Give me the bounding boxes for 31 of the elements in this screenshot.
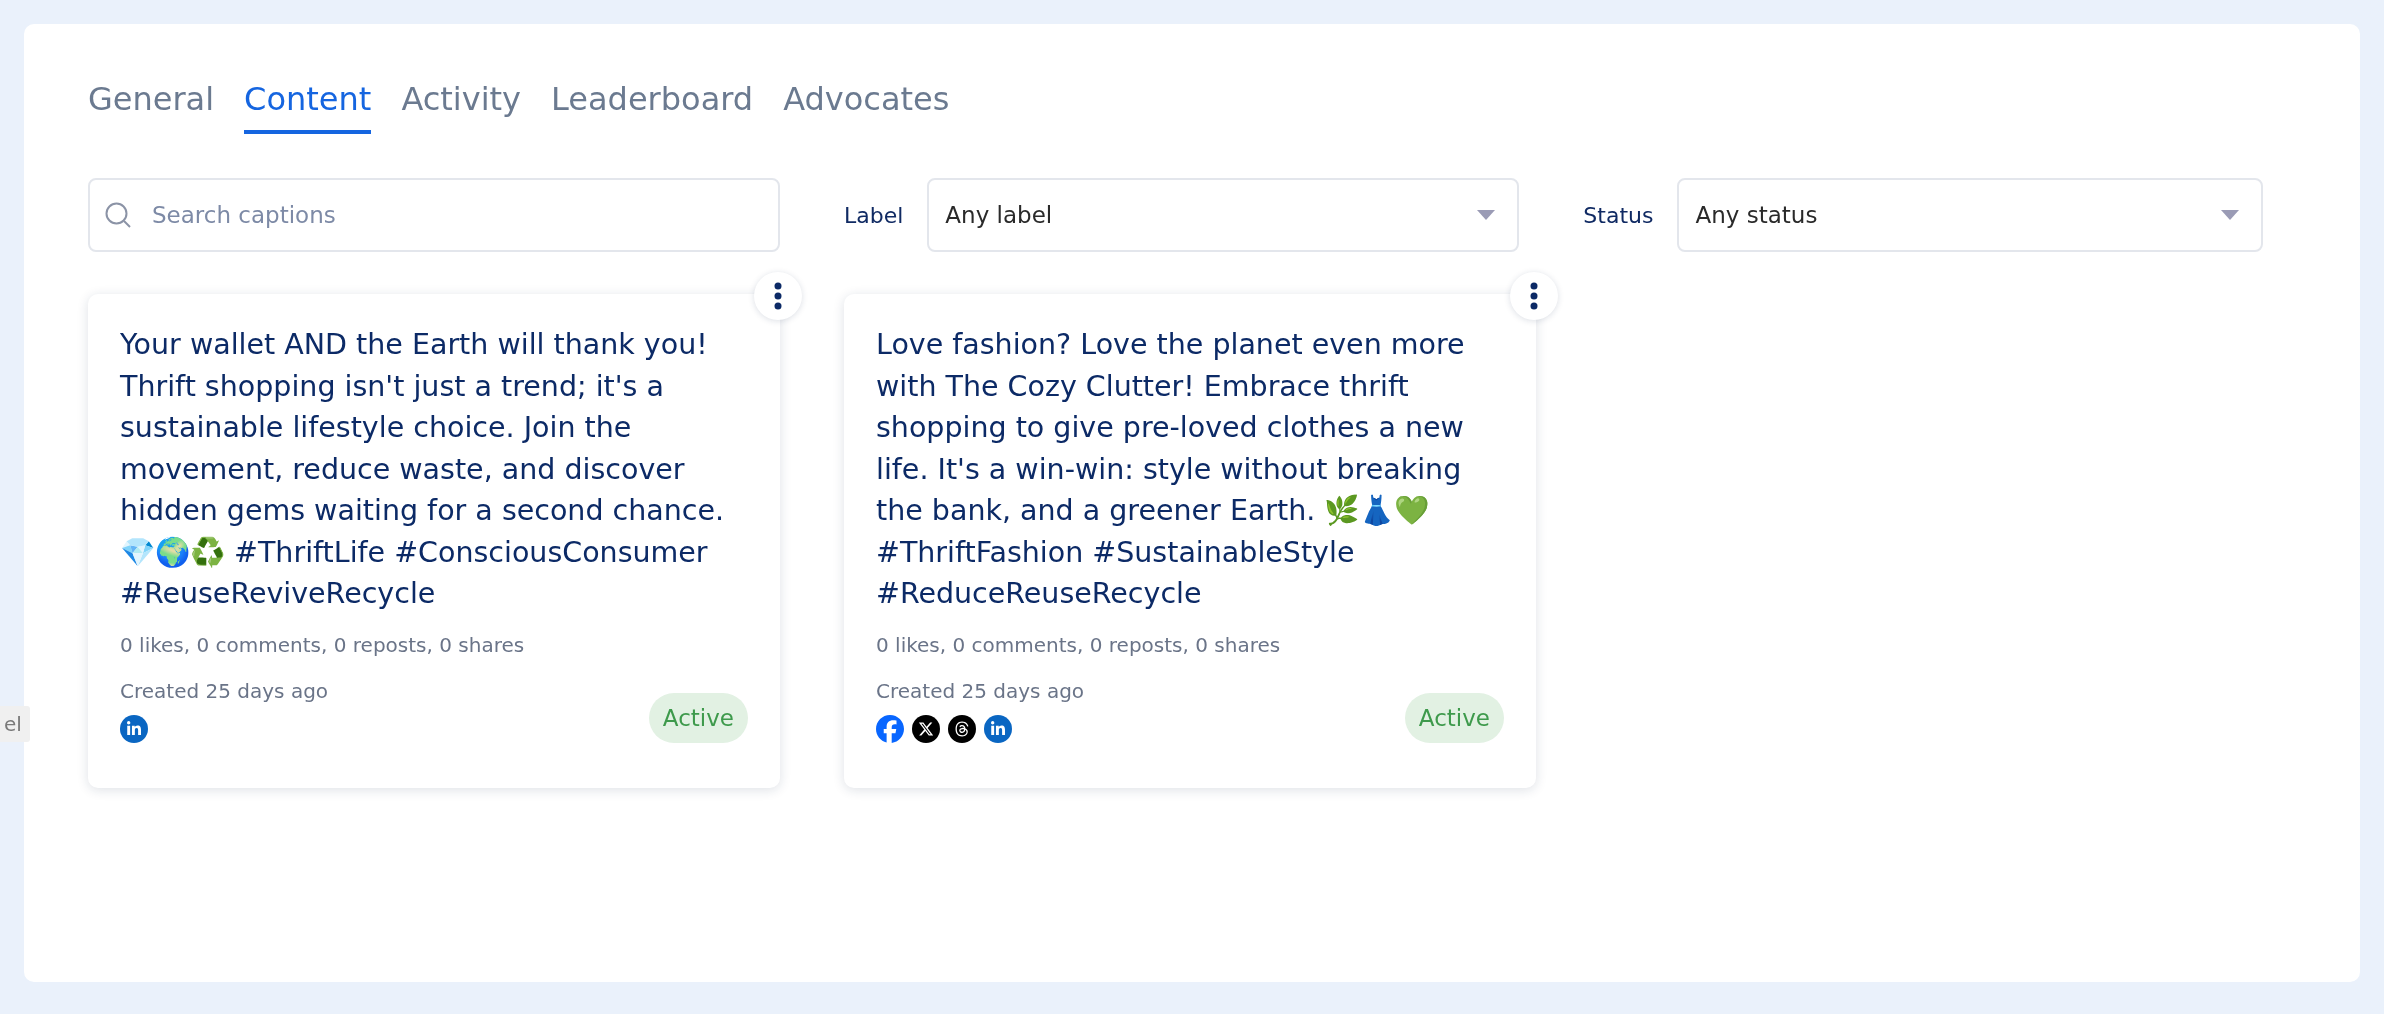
created-date: Created 25 days ago (120, 678, 329, 703)
kebab-icon (774, 282, 782, 310)
tab[interactable]: General (88, 60, 215, 134)
filter-label: Status (1583, 202, 1654, 228)
caret-icon (2221, 210, 2240, 220)
kebab-icon (1530, 282, 1538, 310)
tab[interactable]: Activity (401, 60, 522, 134)
status-badge: Active (648, 692, 748, 743)
more-options-button[interactable] (754, 272, 802, 320)
engagement-stats: 0 likes, 0 comments, 0 reposts, 0 shares (120, 632, 526, 657)
side-label: el (0, 706, 30, 742)
tab[interactable]: Content (244, 60, 372, 134)
linkedin-icon (120, 714, 148, 743)
threads-icon (948, 714, 976, 743)
created-date: Created 25 days ago (876, 678, 1085, 703)
filter-dropdown[interactable]: Any status (1677, 178, 2264, 252)
post-caption: Love fashion? Love the planet even more with The Cozy Clutter! Embrace thrift shopping to give pre-loved clothes a new life. It's a win-win: style without breaking the bank, and a greener Earth. 🌿👗💚 #ThriftFashion #SustainableStyle #ReduceReuseRecycle (876, 327, 1466, 612)
tab[interactable]: Advocates (783, 60, 950, 134)
post-caption: Your wallet AND the Earth will thank you! Thrift shopping isn't just a trend; it's a sustainable lifestyle choice. Join the movement, reduce waste, and discover hidden gems waiting for a second chance. 💎🌍♻ #ThriftLife #ConsciousConsumer #ReuseReviveRecycle (120, 327, 726, 612)
more-options-button[interactable] (1510, 272, 1558, 320)
filter-label: Label (844, 202, 904, 228)
linkedin-icon (984, 714, 1012, 743)
search-field[interactable]: Search captions (88, 178, 780, 252)
filter-dropdown[interactable]: Any label (927, 178, 1520, 252)
x-icon (912, 714, 940, 743)
tab[interactable]: Leaderboard (551, 60, 754, 134)
status-badge: Active (1404, 692, 1504, 743)
search-icon (104, 201, 132, 229)
caret-icon (1477, 210, 1496, 220)
facebook-icon (876, 714, 904, 743)
engagement-stats: 0 likes, 0 comments, 0 reposts, 0 shares (876, 632, 1282, 657)
